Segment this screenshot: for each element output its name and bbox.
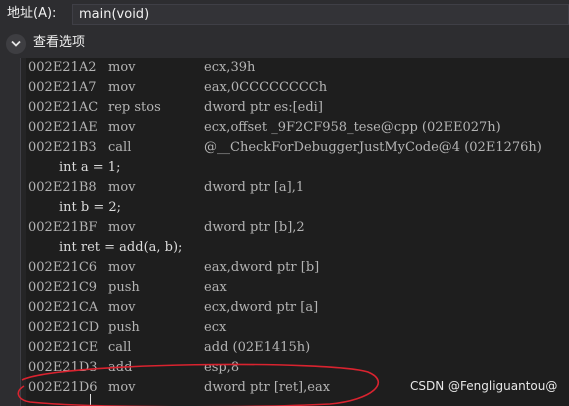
address-label: 地址(A): [7, 6, 57, 21]
address-input[interactable]: main(void) [72, 4, 569, 25]
instruction-operands: ecx,offset _9F2CF958_tese@cpp (02EE027h) [204, 120, 501, 135]
instruction-address: 002E21B8 [28, 180, 97, 195]
instruction-operands: dword ptr es:[edi] [204, 100, 323, 115]
instruction-operands: ecx,39h [204, 60, 256, 75]
instruction-operands: eax [204, 280, 227, 295]
instruction-mnemonic: call [108, 340, 132, 355]
instruction-mnemonic: push [108, 280, 140, 295]
instruction-mnemonic: mov [108, 220, 136, 235]
instruction-address: 002E21CE [28, 340, 99, 355]
disassembly-pane[interactable]: 002E21A2 mov ecx,39h 002E21A7 mov eax,0CCCCCC… [20, 58, 569, 406]
source-code-text: int a = 1; [59, 160, 121, 175]
instruction-operands: dword ptr [b],2 [204, 220, 305, 235]
instruction-mnemonic: mov [108, 60, 136, 75]
watermark: CSDN @Fengliguantou@ [410, 379, 558, 393]
indicator-margin [21, 58, 26, 406]
instruction-address: 002E21AC [28, 100, 99, 115]
view-options-toggle[interactable] [6, 34, 26, 54]
instruction-operands: @__CheckForDebuggerJustMyCode@4 (02E1276… [204, 140, 542, 155]
instruction-mnemonic: mov [108, 120, 136, 135]
instruction-mnemonic: call [108, 140, 132, 155]
instruction-mnemonic: mov [108, 380, 136, 395]
instruction-operands: dword ptr [ret],eax [204, 380, 331, 395]
instruction-address: 002E21AE [28, 120, 98, 135]
chevron-down-icon [11, 40, 21, 47]
instruction-address: 002E21D3 [28, 360, 98, 375]
instruction-address: 002E21B3 [28, 140, 97, 155]
instruction-mnemonic: push [108, 320, 140, 335]
instruction-address: 002E21D6 [28, 380, 98, 395]
instruction-mnemonic: mov [108, 180, 136, 195]
instruction-mnemonic: rep stos [108, 100, 161, 115]
address-bar: 地址(A): main(void) [0, 0, 569, 28]
source-code-text: int b = 2; [59, 200, 122, 215]
instruction-operands: ecx [204, 320, 227, 335]
view-options-bar [0, 28, 569, 58]
instruction-mnemonic: mov [108, 260, 136, 275]
instruction-operands: dword ptr [a],1 [204, 180, 305, 195]
instruction-address: 002E21C9 [28, 280, 98, 295]
view-options-label: 查看选项 [33, 35, 86, 50]
instruction-address: 002E21CD [28, 320, 100, 335]
instruction-address: 002E21A7 [28, 80, 97, 95]
instruction-address: 002E21CA [28, 300, 99, 315]
instruction-operands: eax,0CCCCCCCCh [204, 80, 328, 95]
instruction-operands: esp,8 [204, 360, 240, 375]
instruction-operands: ecx,dword ptr [a] [204, 300, 319, 315]
text-caret [90, 394, 91, 406]
instruction-address: 002E21A2 [28, 60, 97, 75]
source-code-text: int ret = add(a, b); [59, 240, 183, 255]
instruction-address: 002E21C6 [28, 260, 98, 275]
instruction-operands: add (02E1415h) [204, 340, 311, 355]
instruction-mnemonic: mov [108, 300, 136, 315]
instruction-mnemonic: add [108, 360, 133, 375]
instruction-mnemonic: mov [108, 80, 136, 95]
instruction-address: 002E21BF [28, 220, 98, 235]
instruction-operands: eax,dword ptr [b] [204, 260, 320, 275]
